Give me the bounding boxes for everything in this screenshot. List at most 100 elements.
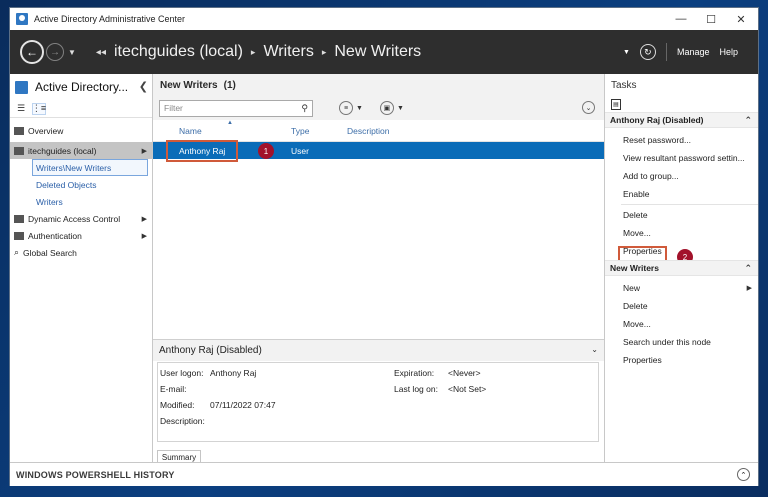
nav-item-label: itechguides (local)	[28, 145, 97, 156]
navbar-actions: ▼ ↻ Manage Help	[623, 30, 738, 74]
description-label: Description:	[160, 416, 205, 426]
filter-bar: Filter ⚲ ≡ ▼ ▣ ▼ ⌄	[153, 96, 604, 120]
task-search-under-node[interactable]: Search under this node	[605, 333, 758, 351]
back-button[interactable]: ←	[20, 40, 44, 64]
divider	[665, 43, 667, 61]
tree-view-icon[interactable]: ⋮≡	[32, 102, 46, 115]
columns-button[interactable]: ≡	[339, 101, 353, 115]
modified-label: Modified:	[160, 400, 195, 410]
task-delete-container[interactable]: Delete	[605, 297, 758, 315]
forward-arrow-icon: →	[50, 46, 60, 58]
navigation-pane: Active Directory... ❮ ☰ ⋮≡ Overview itec…	[10, 74, 153, 462]
task-view-password-settings[interactable]: View resultant password settin...	[605, 149, 758, 167]
breadcrumb: ◂◂ itechguides (local) ▸ Writers ▸ New W…	[96, 43, 421, 61]
refresh-dropdown-icon[interactable]: ▼	[623, 49, 630, 56]
tasks-pane: Tasks ▤ Anthony Raj (Disabled) ⌃ Reset p…	[604, 74, 758, 462]
divider	[621, 204, 758, 205]
expand-history-icon[interactable]: ⌃	[737, 468, 750, 481]
collapse-preview-icon[interactable]: ⌄	[591, 345, 598, 354]
navigation-pane-title: Active Directory...	[35, 80, 129, 94]
modified-value: 07/11/2022 07:47	[210, 400, 276, 410]
content-header: New Writers (1)	[153, 74, 604, 96]
filter-placeholder: Filter	[164, 103, 183, 113]
task-new[interactable]: New ▶	[605, 279, 758, 297]
expand-icon[interactable]: ⌄	[582, 101, 595, 114]
tasks-toolbar: ▤	[605, 96, 758, 112]
task-pane-icon[interactable]: ▤	[611, 98, 621, 110]
filter-input[interactable]: Filter ⚲	[159, 99, 313, 117]
refresh-icon[interactable]: ↻	[639, 44, 656, 60]
list-view-icon[interactable]: ☰	[14, 103, 28, 115]
task-delete[interactable]: Delete	[605, 206, 758, 224]
step-badge-1: 1	[258, 143, 274, 159]
nav-item-domain[interactable]: itechguides (local) ▶	[10, 142, 152, 159]
column-header-description[interactable]: Description	[347, 126, 390, 136]
content-pane: New Writers (1) Filter ⚲ ≡ ▼ ▣ ▼ ⌄ ▲ Nam…	[153, 74, 604, 464]
task-move[interactable]: Move...	[605, 224, 758, 242]
overview-icon	[14, 126, 24, 135]
back-arrow-icon: ←	[26, 45, 38, 59]
expand-arrow-icon[interactable]: ▶	[142, 215, 147, 223]
nav-item-writers-new-writers[interactable]: Writers\New Writers	[32, 159, 148, 176]
nav-item-dynamic-access-control[interactable]: Dynamic Access Control ▶	[10, 210, 152, 227]
nav-item-global-search[interactable]: ⌕ Global Search	[10, 244, 152, 261]
expand-arrow-icon[interactable]: ▶	[142, 147, 147, 155]
nav-item-overview[interactable]: Overview	[10, 122, 152, 139]
minimize-button[interactable]: —	[666, 8, 696, 30]
nav-item-label: Dynamic Access Control	[28, 213, 121, 224]
nav-item-deleted-objects[interactable]: Deleted Objects	[10, 176, 152, 193]
task-properties-container[interactable]: Properties	[605, 351, 758, 369]
breadcrumb-separator-icon[interactable]: ▸	[251, 47, 256, 58]
adac-window: Active Directory Administrative Center —…	[9, 7, 759, 486]
task-enable[interactable]: Enable	[605, 185, 758, 203]
help-menu[interactable]: Help	[719, 47, 738, 57]
collapse-section-icon[interactable]: ⌃	[744, 263, 752, 274]
column-header-name[interactable]: Name	[179, 126, 202, 136]
task-section-title: Anthony Raj (Disabled)	[610, 115, 704, 125]
column-header-row: ▲ Name Type Description	[153, 120, 604, 142]
search-icon[interactable]: ⚲	[301, 103, 308, 114]
task-reset-password[interactable]: Reset password...	[605, 131, 758, 149]
nav-item-label: Global Search	[23, 247, 77, 258]
breadcrumb-separator-icon[interactable]: ▸	[322, 47, 327, 58]
sort-ascending-icon: ▲	[227, 120, 233, 126]
collapse-pane-icon[interactable]: ❮	[139, 80, 148, 93]
save-query-button[interactable]: ▣	[379, 101, 394, 115]
history-dropdown-icon[interactable]: ▼	[68, 48, 76, 57]
columns-dropdown-icon[interactable]: ▼	[356, 105, 363, 112]
column-header-type[interactable]: Type	[291, 126, 309, 136]
maximize-button[interactable]: ☐	[696, 8, 726, 30]
preview-title: Anthony Raj (Disabled)	[159, 345, 262, 356]
breadcrumb-item-new-writers[interactable]: New Writers	[334, 43, 421, 61]
breadcrumb-item-domain[interactable]: itechguides (local)	[114, 43, 243, 61]
manage-menu[interactable]: Manage	[677, 47, 710, 57]
forward-button[interactable]: →	[46, 43, 64, 61]
view-switcher: ☰ ⋮≡	[10, 100, 152, 118]
nav-item-authentication[interactable]: Authentication ▶	[10, 227, 152, 244]
submenu-arrow-icon: ▶	[746, 285, 752, 292]
email-label: E-mail:	[160, 384, 187, 394]
breadcrumb-item-writers[interactable]: Writers	[263, 43, 313, 61]
task-section-container[interactable]: New Writers ⌃	[605, 260, 758, 276]
search-icon: ⌕	[14, 247, 20, 257]
task-section-user[interactable]: Anthony Raj (Disabled) ⌃	[605, 112, 758, 128]
breadcrumb-overflow-icon[interactable]: ◂◂	[96, 47, 106, 58]
expand-arrow-icon[interactable]: ▶	[142, 232, 147, 240]
task-add-to-group[interactable]: Add to group...	[605, 167, 758, 185]
save-query-dropdown-icon[interactable]: ▼	[397, 105, 404, 112]
nav-item-label: Authentication	[28, 230, 82, 241]
expiration-label: Expiration:	[394, 368, 435, 378]
task-move-container[interactable]: Move...	[605, 315, 758, 333]
nav-item-writers[interactable]: Writers	[10, 193, 152, 210]
user-logon-value: Anthony Raj	[210, 368, 257, 378]
title-bar: Active Directory Administrative Center —…	[10, 8, 758, 30]
nav-item-label: Overview	[28, 125, 64, 136]
close-button[interactable]: ✕	[726, 8, 756, 30]
powershell-history-bar[interactable]: WINDOWS POWERSHELL HISTORY ⌃	[10, 462, 758, 486]
app-icon	[16, 13, 28, 25]
task-label: New	[623, 283, 641, 293]
folder-icon	[14, 231, 24, 240]
expiration-value: <Never>	[448, 368, 481, 378]
collapse-section-icon[interactable]: ⌃	[744, 115, 752, 126]
navigation-pane-header: Active Directory... ❮	[10, 74, 152, 100]
